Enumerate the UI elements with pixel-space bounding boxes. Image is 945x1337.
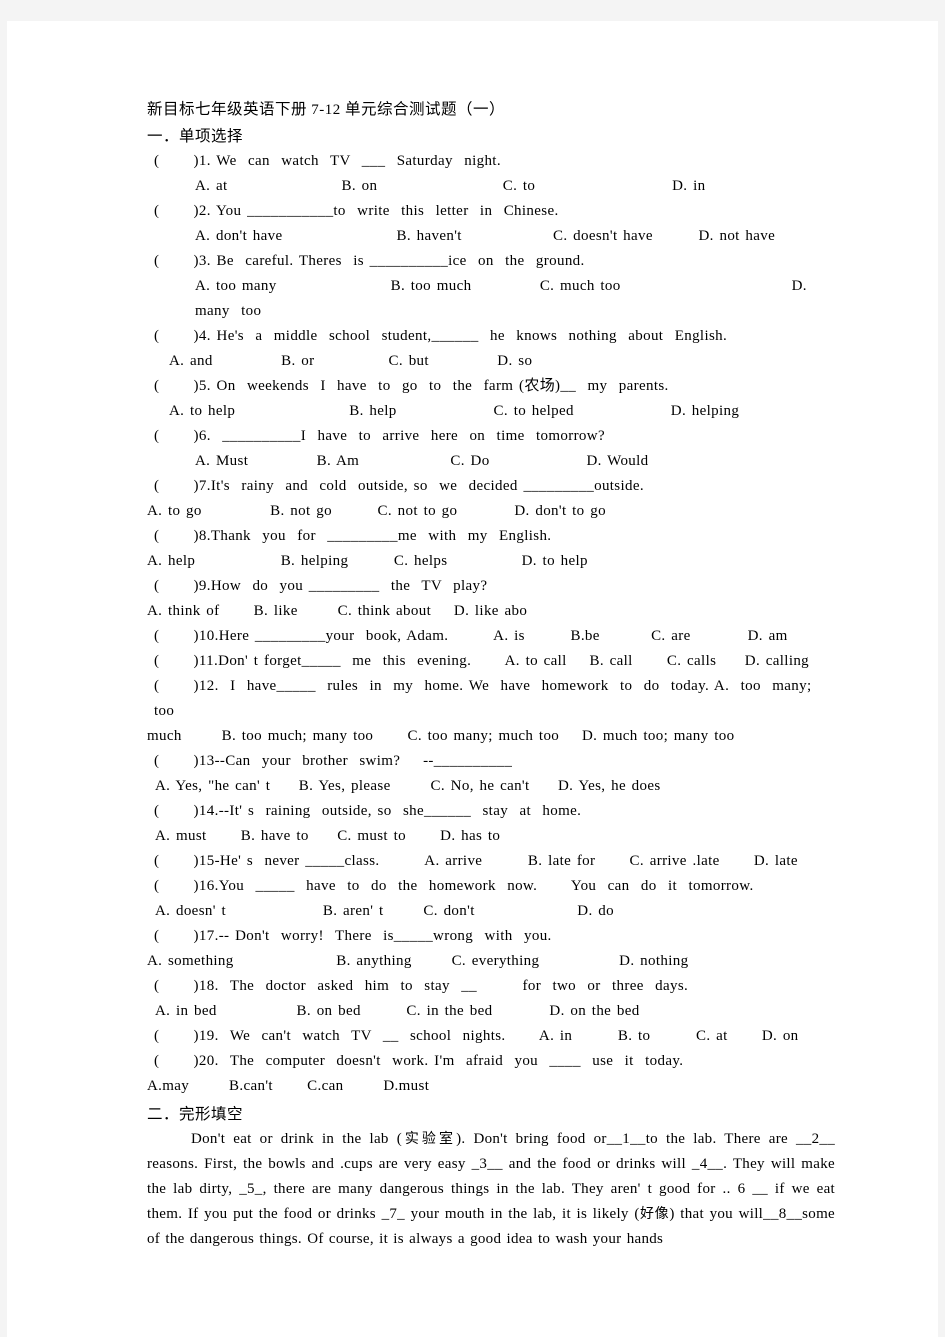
question-options: A. in bed B. on bed C. in the bed D. on … bbox=[155, 1003, 640, 1019]
question-options: A. doesn' t B. aren' t C. don't D. do bbox=[155, 903, 614, 919]
question-options: A. Must B. Am C. Do D. Would bbox=[195, 453, 649, 469]
question-options: A. Yes, "he can' t B. Yes, please C. No,… bbox=[155, 778, 661, 794]
question-list: ( )1. We can watch TV ___ Saturday night… bbox=[147, 149, 835, 1099]
passage-text: Don't eat or drink in the lab ( bbox=[191, 1131, 403, 1147]
question-options: A. and B. or C. but D. so bbox=[169, 353, 533, 369]
section-heading-1: 一．单项选择 bbox=[147, 127, 244, 145]
question-options: A. too many B. too much C. much too D. m… bbox=[195, 278, 813, 319]
question-options: A. at B. on C. to D. in bbox=[195, 178, 706, 194]
title-part-cn1: 新目标七年级英语下册 bbox=[147, 100, 308, 118]
question-options: A. must B. have to C. must to D. has to bbox=[155, 828, 501, 844]
cloze-passage: Don't eat or drink in the lab (实验室). Don… bbox=[147, 1127, 835, 1252]
chinese-gloss: 好像 bbox=[639, 1206, 670, 1222]
question-stem: ( )16.You _____ have to do the homework … bbox=[154, 878, 754, 894]
question-stem: ( )5. On weekends I have to go to the fa… bbox=[154, 378, 669, 394]
title-part-number: 7-12 bbox=[307, 102, 346, 118]
title-part-cn2: 单元综合测试题（一） bbox=[345, 100, 506, 118]
section-heading-2: 二．完形填空 bbox=[147, 1105, 244, 1123]
document-page: 新目标七年级英语下册 7-12 单元综合测试题（一） 一．单项选择 ( )1. … bbox=[7, 21, 938, 1337]
question-options: A. to help B. help C. to helped D. helpi… bbox=[169, 403, 740, 419]
question-stem: ( )3. Be careful. Theres is __________ic… bbox=[154, 253, 585, 269]
question-options: A. don't have B. haven't C. doesn't have… bbox=[195, 228, 776, 244]
question-stem: ( )4. He's a middle school student,_____… bbox=[154, 328, 728, 344]
question-stem: ( )10.Here _________your book, Adam. A. … bbox=[154, 628, 788, 644]
question-stem: ( )14.--It' s raining outside, so she___… bbox=[154, 803, 582, 819]
question-stem: ( )15-He' s never _____class. A. arrive … bbox=[154, 853, 798, 869]
question-stem: ( )2. You ___________to write this lette… bbox=[154, 203, 559, 219]
chinese-gloss: 实验室 bbox=[402, 1131, 457, 1147]
question-stem: ( )20. The computer doesn't work. I'm af… bbox=[154, 1053, 684, 1069]
question-options: much B. too much; many too C. too many; … bbox=[147, 728, 735, 744]
question-stem: ( )13--Can your brother swim? --________… bbox=[154, 753, 513, 769]
question-options: A. help B. helping C. helps D. to help bbox=[147, 553, 588, 569]
question-stem: ( )9.How do you _________ the TV play? bbox=[154, 578, 488, 594]
question-stem: ( )6. __________I have to arrive here on… bbox=[154, 428, 605, 444]
question-stem: ( )1. We can watch TV ___ Saturday night… bbox=[154, 153, 501, 169]
page-title: 新目标七年级英语下册 7-12 单元综合测试题（一） bbox=[147, 96, 835, 123]
question-stem: ( )17.-- Don't worry! There is_____wrong… bbox=[154, 928, 552, 944]
question-options: A. think of B. like C. think about D. li… bbox=[147, 603, 528, 619]
question-options: A. something B. anything C. everything D… bbox=[147, 953, 689, 969]
question-stem: ( )19. We can't watch TV __ school night… bbox=[154, 1028, 799, 1044]
question-stem: ( )18. The doctor asked him to stay __ f… bbox=[154, 978, 689, 994]
question-stem: ( )11.Don' t forget_____ me this evening… bbox=[154, 653, 810, 669]
question-stem: ( )8.Thank you for _________me with my E… bbox=[154, 528, 552, 544]
question-stem: ( )7.It's rainy and cold outside, so we … bbox=[154, 478, 644, 494]
document-content: 新目标七年级英语下册 7-12 单元综合测试题（一） 一．单项选择 ( )1. … bbox=[147, 96, 835, 1252]
question-options: A.may B.can't C.can D.must bbox=[147, 1078, 430, 1094]
question-options: A. to go B. not go C. not to go D. don't… bbox=[147, 503, 606, 519]
question-stem: ( )12. I have_____ rules in my home. We … bbox=[154, 678, 823, 719]
